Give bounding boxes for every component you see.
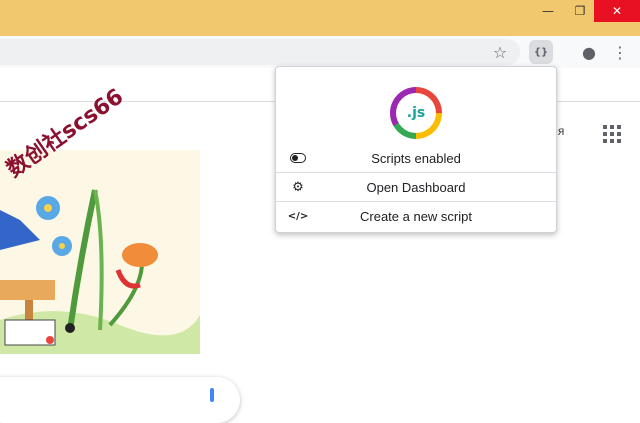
close-icon: ✕ (611, 4, 623, 18)
extension-icon: {} (533, 46, 549, 58)
create-script-item[interactable]: </> Create a new script (276, 202, 556, 230)
browser-menu-button[interactable]: ⋮ (608, 40, 632, 64)
profile-button[interactable]: ● (577, 40, 601, 64)
extension-logo: .js (390, 87, 442, 139)
code-icon: </> (287, 210, 309, 222)
apps-grid-icon (603, 125, 607, 129)
scripts-enabled-label: Scripts enabled (371, 150, 461, 166)
create-script-label: Create a new script (360, 208, 472, 224)
restore-icon: ❐ (574, 4, 586, 18)
address-bar[interactable] (0, 39, 520, 65)
profile-icon: ● (582, 42, 596, 62)
minimize-icon: — (542, 4, 554, 18)
restore-button[interactable]: ❐ (564, 0, 596, 22)
kebab-menu-icon: ⋮ (612, 42, 628, 62)
close-button[interactable]: ✕ (594, 0, 640, 22)
extension-button[interactable]: {} (529, 40, 553, 64)
star-icon: ☆ (492, 42, 508, 62)
open-dashboard-item[interactable]: ⚙ Open Dashboard (276, 173, 556, 201)
extension-popup: .js Scripts enabled ⚙ Open Dashboard </>… (275, 66, 557, 233)
scripts-enabled-toggle[interactable]: Scripts enabled (276, 144, 556, 172)
minimize-button[interactable]: — (532, 0, 564, 22)
logo-text: .js (396, 93, 436, 133)
toggle-icon (290, 144, 306, 172)
bookmark-star-button[interactable]: ☆ (488, 40, 512, 64)
open-dashboard-label: Open Dashboard (366, 179, 466, 195)
apps-grid-button[interactable] (603, 125, 621, 143)
gear-icon: ⚙ (292, 179, 304, 195)
search-box[interactable] (0, 377, 240, 423)
